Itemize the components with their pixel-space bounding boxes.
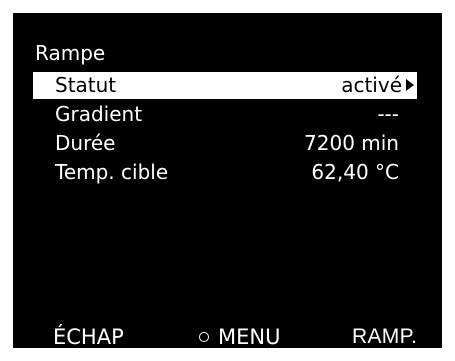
menu-row-value: 62,40 °C (311, 160, 399, 184)
menu-row-label: Statut (55, 73, 117, 97)
menu-row-value: activé (341, 73, 402, 97)
triangle-right-icon (406, 79, 414, 91)
softkey-menu[interactable]: MENU (199, 324, 280, 350)
menu-row-label: Gradient (55, 102, 143, 126)
ring-icon (199, 332, 209, 342)
menu-row-value: --- (377, 102, 399, 126)
menu-row-value: 7200 min (304, 131, 399, 155)
device-display: Rampe Statut activé Gradient --- Durée 7… (13, 13, 442, 350)
menu-list: Statut activé Gradient --- Durée 7200 mi… (33, 72, 417, 188)
menu-row-label: Temp. cible (55, 160, 169, 184)
menu-title: Rampe (35, 41, 106, 65)
softkey-echap[interactable]: ÉCHAP (53, 324, 124, 350)
menu-row-temp-cible[interactable]: Temp. cible 62,40 °C (33, 159, 417, 186)
menu-row-statut[interactable]: Statut activé (33, 72, 417, 99)
softkey-menu-label: MENU (218, 325, 281, 349)
menu-row-gradient[interactable]: Gradient --- (33, 101, 417, 128)
menu-row-duree[interactable]: Durée 7200 min (33, 130, 417, 157)
menu-row-label: Durée (55, 131, 116, 155)
softkey-ramp[interactable]: RAMP. (352, 324, 417, 350)
